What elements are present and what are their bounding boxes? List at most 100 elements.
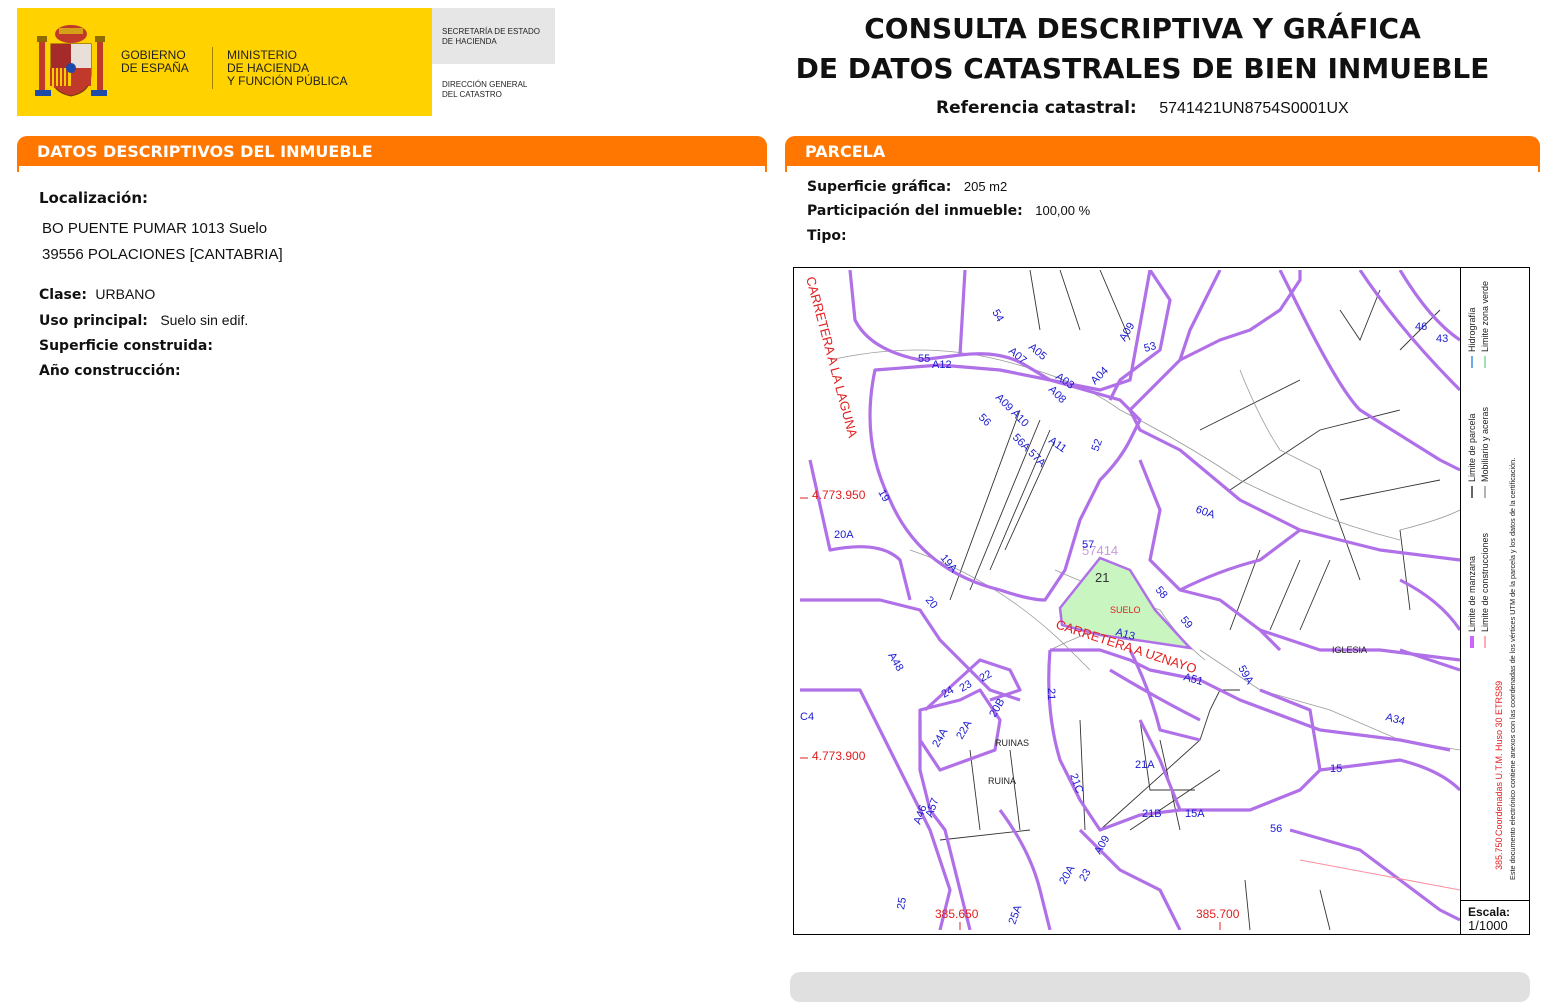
secretaria-text: SECRETARÍA DE ESTADO DE HACIENDA: [442, 27, 540, 47]
superficie-grafica-row: Superficie gráfica: 205 m2: [807, 178, 1007, 196]
clase-row: Clase: URBANO: [39, 286, 155, 304]
uso-row: Uso principal: Suelo sin edif.: [39, 312, 248, 330]
tipo-label: Tipo:: [807, 228, 847, 244]
legend-coords-text: Coordenadas U.T.M. Huso 30 ETRS89: [1494, 681, 1504, 836]
parcel-label: 21A: [1135, 759, 1155, 771]
gobierno-logo-text: GOBIERNO DE ESPAÑA: [121, 49, 189, 75]
parcel-label: 59: [1178, 614, 1195, 631]
legend-limite-parcela: Limite de parcela: [1467, 413, 1477, 482]
address-line1: BO PUENTE PUMAR 1013 Suelo: [42, 220, 268, 237]
parcel-label: 60A: [1194, 504, 1217, 522]
ref-label: Referencia catastral:: [936, 98, 1137, 118]
ruina-label: RUINA: [988, 776, 1016, 786]
parcel-label: 20A: [834, 529, 854, 541]
cadastral-map-drawing: CARRETERA A LA LAGUNA CARRETERA A UZNAYO…: [800, 270, 1460, 930]
page-title-line2: DE DATOS CATASTRALES DE BIEN INMUEBLE: [795, 52, 1490, 85]
spain-coat-of-arms-icon: [35, 25, 107, 97]
superficie-grafica-value: 205 m2: [963, 179, 1008, 194]
ref-value: 5741421UN8754S0001UX: [1159, 100, 1349, 117]
min-line3: Y FUNCIÓN PÚBLICA: [227, 74, 348, 88]
parcel-label: 15A: [1185, 808, 1205, 820]
parcel-label: 20A: [1057, 863, 1078, 887]
coord-x1-label: 385.650: [935, 907, 979, 921]
parcel-label: 22A: [954, 718, 975, 742]
parcel-label: A51: [1182, 671, 1204, 688]
parcel-label: 56: [976, 412, 993, 429]
address-line2: 39556 POLACIONES [CANTABRIA]: [42, 246, 283, 263]
parcel-label: 15: [1330, 763, 1342, 775]
parcel-label: A04: [1089, 365, 1111, 387]
scale-label: Escala:: [1468, 905, 1511, 919]
legend-limite-construcciones: Limite de construcciones: [1480, 532, 1490, 632]
parcel-label: A09 A10: [993, 392, 1031, 430]
sec-line2: DE HACIENDA: [442, 37, 497, 46]
referencia-catastral: Referencia catastral: 5741421UN8754S0001…: [936, 98, 1349, 118]
parcel-label: A09: [1117, 321, 1137, 344]
parcel-label: 52: [1090, 437, 1105, 453]
legend-mobiliario: Mobiliario y aceras: [1480, 406, 1490, 482]
parcel-label: 46: [1415, 321, 1427, 333]
parcel-label: 43: [1436, 333, 1448, 345]
participacion-row: Participación del inmueble: 100,00 %: [807, 202, 1090, 220]
parcel-label: A05: [1026, 341, 1049, 363]
uso-label: Uso principal:: [39, 313, 148, 329]
legend-coord-x: 385.750: [1494, 837, 1504, 870]
ministerio-logo-text: MINISTERIO DE HACIENDA Y FUNCIÓN PÚBLICA: [227, 49, 347, 88]
left-section-rule: [17, 166, 767, 172]
parcel-label: 25A: [1007, 903, 1025, 926]
map-legend: Limite de manzana Limite de parcela Hidr…: [1467, 281, 1517, 880]
parcel-label: 20: [923, 594, 940, 611]
suelo-label: SUELO: [1110, 605, 1141, 615]
footer-bar: [790, 972, 1530, 1002]
parcel-number-label: 21: [1095, 570, 1109, 585]
datos-descriptivos-bar: DATOS DESCRIPTIVOS DEL INMUEBLE: [17, 136, 767, 166]
bar-prefix: DATOS DESCRIPTIVOS DEL: [37, 142, 281, 161]
parcel-label: 56A 57A: [1010, 432, 1048, 470]
bar-emph: INMUEBLE: [280, 142, 373, 161]
legend-hidrografia: Hidrografía: [1467, 307, 1477, 352]
participacion-label: Participación del inmueble:: [807, 203, 1023, 219]
localizacion-label: Localización:: [39, 189, 149, 207]
legend-zona-verde: Limite zona verde: [1480, 281, 1490, 352]
page-title-line1: CONSULTA DESCRIPTIVA Y GRÁFICA: [864, 12, 1421, 45]
iglesia-label: IGLESIA: [1332, 645, 1367, 655]
parcel-label: A09: [1092, 834, 1112, 857]
parcel-label: 24A: [930, 726, 951, 750]
gov-line2: DE ESPAÑA: [121, 61, 189, 75]
sec-line1: SECRETARÍA DE ESTADO: [442, 27, 540, 36]
parcel-label: 24: [940, 684, 957, 701]
parcel-label: 23: [1077, 867, 1094, 884]
superficie-construida-label: Superficie construida:: [39, 338, 213, 354]
logo-divider: [212, 47, 213, 89]
scale-value: 1/1000: [1468, 918, 1508, 933]
anio-construccion-label: Año construcción:: [39, 363, 181, 379]
legend-limite-manzana: Limite de manzana: [1467, 556, 1477, 632]
direccion-text: DIRECCIÓN GENERAL DEL CATASTRO: [442, 80, 527, 100]
coord-x2-label: 385.700: [1196, 907, 1240, 921]
parcel-label: 58: [1153, 584, 1170, 601]
ruinas-label: RUINAS: [995, 738, 1029, 748]
parcel-label: A48: [885, 651, 905, 674]
participacion-value: 100,00 %: [1035, 203, 1091, 218]
parcel-label: 21B: [1142, 808, 1162, 820]
legend-note: Este documento electrónico contiene anex…: [1508, 458, 1517, 880]
dir-line2: DEL CATASTRO: [442, 90, 502, 99]
dir-line1: DIRECCIÓN GENERAL: [442, 80, 528, 89]
parcel-label: 23: [958, 678, 975, 695]
parcel-label: 21: [1045, 688, 1057, 700]
parcel-label: 55: [918, 353, 930, 365]
uso-value: Suelo sin edif.: [160, 312, 249, 328]
parcel-label: C4: [800, 711, 814, 723]
parcel-label: 54: [989, 308, 1006, 325]
coord-y1-label: 4.773.950: [812, 488, 866, 502]
superficie-grafica-label: Superficie gráfica:: [807, 179, 952, 195]
parcel-label: 57: [1082, 539, 1094, 551]
parcela-bar: PARCELA: [785, 136, 1540, 166]
parcel-label: A34: [1384, 711, 1406, 728]
parcel-label: 25: [895, 896, 909, 910]
right-section-rule: [785, 166, 1540, 172]
clase-label: Clase:: [39, 287, 87, 303]
parcel-label: A12: [932, 359, 952, 371]
scale-box: Escala: 1/1000: [1460, 900, 1530, 936]
coord-y2-label: 4.773.900: [812, 749, 866, 763]
